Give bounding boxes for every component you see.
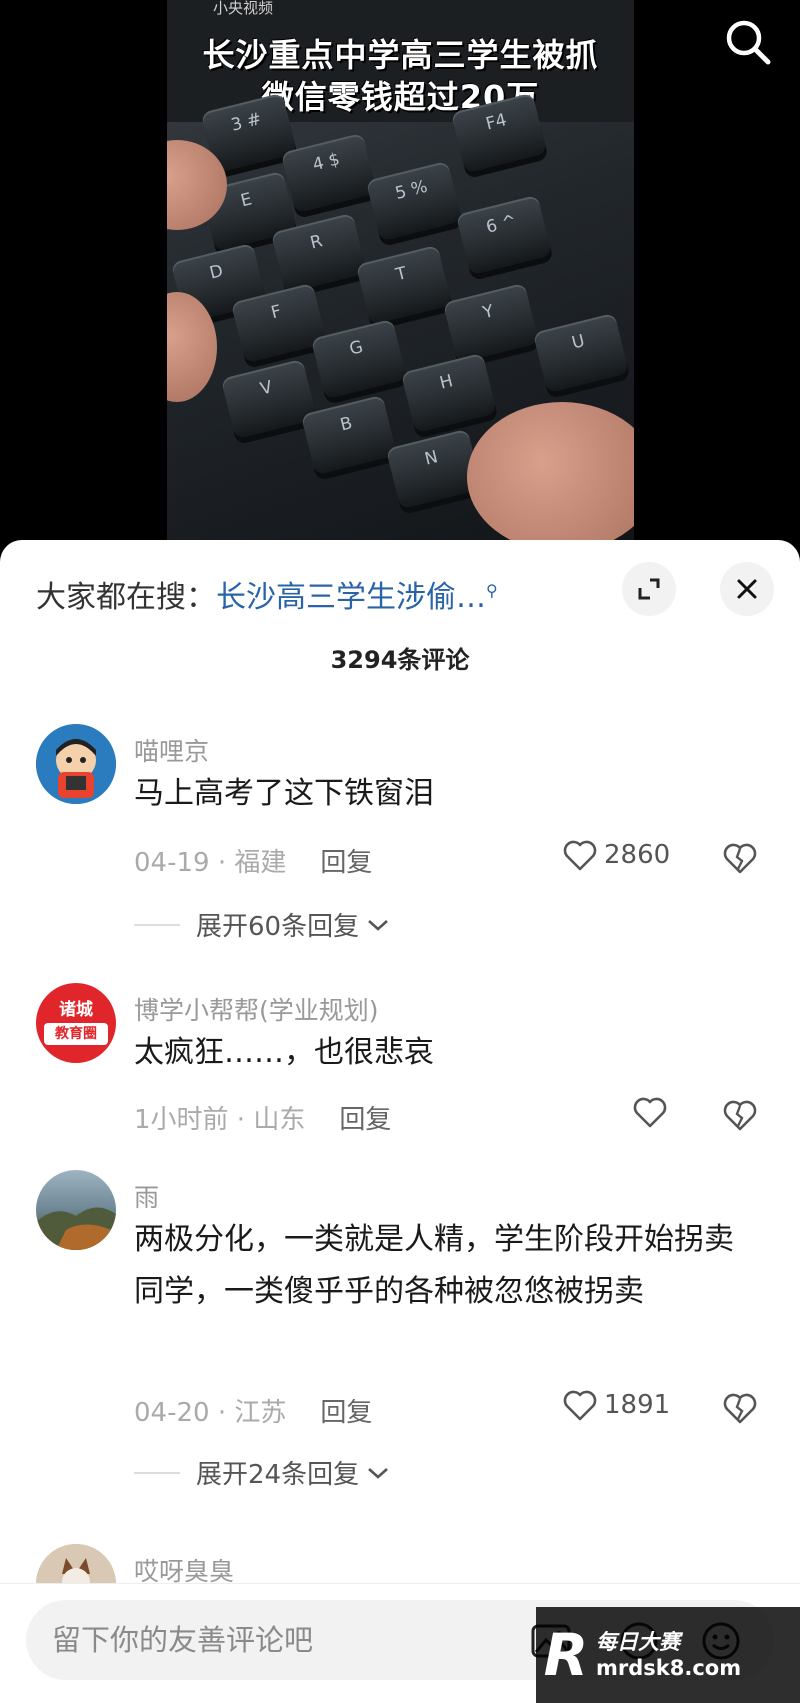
hot-search-prefix: 大家都在搜： (36, 580, 216, 615)
like-button[interactable]: 2860 (562, 838, 670, 872)
comments-sheet: 大家都在搜：长沙高三学生涉偷…⚲ 3294条评论 喵哩京 马上高考了这下铁窗泪 (0, 540, 800, 1703)
comment-meta: 1小时前 · 山东 回复 (134, 1099, 391, 1136)
brand-site: mrdsk8.com (596, 1656, 742, 1680)
video-player[interactable]: 小央视频 长沙重点中学高三学生被抓 微信零钱超过20万 3 # F4 4 $ 5… (0, 0, 800, 560)
like-count: 2860 (604, 840, 671, 870)
comment-date-location: 1小时前 · 山东 (134, 1105, 306, 1135)
divider (134, 923, 180, 926)
avatar-landscape-icon (36, 1207, 116, 1250)
heart-icon (563, 840, 597, 871)
key: B (300, 394, 398, 476)
reply-button[interactable]: 回复 (339, 1105, 391, 1135)
brand-text: 每日大赛 mrdsk8.com (596, 1629, 741, 1681)
key: U (532, 312, 630, 394)
comment-author[interactable]: 博学小帮帮(学业规划) (134, 991, 379, 1027)
comment-text: 马上高考了这下铁窗泪 (134, 776, 434, 811)
brand-logo: R (543, 1621, 589, 1689)
chevron-down-icon (368, 919, 388, 931)
like-button[interactable] (632, 1095, 668, 1129)
comment-date-location: 04-20 · 江苏 (134, 1398, 287, 1428)
divider (134, 1471, 180, 1474)
avatar[interactable] (36, 1170, 116, 1250)
avatar-text-top: 诸城 (59, 1000, 93, 1020)
comment-author[interactable]: 喵哩京 (134, 732, 209, 768)
heart-icon (563, 1390, 597, 1421)
video-title-line1: 长沙重点中学高三学生被抓 (202, 36, 599, 74)
search-icon[interactable] (722, 16, 774, 68)
expand-replies-label: 展开60条回复 (196, 912, 360, 942)
broken-heart-icon[interactable] (722, 1097, 758, 1133)
reply-button[interactable]: 回复 (320, 1398, 372, 1428)
video-frame[interactable]: 小央视频 长沙重点中学高三学生被抓 微信零钱超过20万 3 # F4 4 $ 5… (167, 0, 634, 560)
reply-button[interactable]: 回复 (320, 848, 372, 878)
key: H (400, 352, 498, 434)
broken-heart-icon[interactable] (722, 1390, 758, 1426)
key: Y (442, 282, 540, 364)
key: G (310, 318, 408, 400)
fullscreen-button[interactable] (622, 562, 676, 616)
avatar-cartoon-icon (36, 724, 116, 804)
comment-text: 两极分化，一类就是人精，学生阶段开始拐卖同学，一类傻乎乎的各种被忽悠被拐卖 (134, 1222, 734, 1309)
key: 6 ^ (455, 194, 553, 276)
heart-icon (633, 1097, 667, 1128)
expand-replies-button[interactable]: 展开24条回复 (134, 1454, 391, 1491)
hand (467, 402, 634, 552)
like-count: 1891 (604, 1390, 671, 1420)
video-watermark: 小央视频 (213, 0, 274, 17)
comment-input[interactable] (52, 1600, 532, 1680)
comment-author[interactable]: 雨 (134, 1178, 159, 1214)
comment-meta: 04-20 · 江苏 回复 (134, 1392, 372, 1429)
small-search-icon: ⚲ (486, 581, 498, 600)
hot-search-bar[interactable]: 大家都在搜：长沙高三学生涉偷…⚲ (36, 572, 498, 616)
expand-replies-button[interactable]: 展开60条回复 (134, 906, 391, 943)
key: 5 % (365, 160, 463, 242)
comment-text: 太疯狂……，也很悲哀 (134, 1035, 434, 1070)
expand-replies-label: 展开24条回复 (196, 1460, 360, 1490)
hot-search-link[interactable]: 长沙高三学生涉偷… (216, 580, 486, 615)
avatar-text-bottom: 教育圈 (44, 1023, 108, 1045)
chevron-down-icon (368, 1467, 388, 1479)
brand-watermark: R 每日大赛 mrdsk8.com (536, 1607, 800, 1703)
brand-name: 每日大赛 (596, 1630, 680, 1654)
close-icon (737, 579, 757, 599)
comment-count-title: 3294条评论 (330, 646, 470, 674)
avatar[interactable] (36, 724, 116, 804)
fullscreen-icon (638, 578, 660, 600)
keyboard-footage: 3 # F4 4 $ 5 % 6 ^ E R T D F G Y U H V B… (167, 92, 634, 560)
comment-date-location: 04-19 · 福建 (134, 848, 287, 878)
like-button[interactable]: 1891 (562, 1388, 670, 1422)
key: T (355, 244, 453, 326)
comment-meta: 04-19 · 福建 回复 (134, 842, 372, 879)
close-button[interactable] (720, 562, 774, 616)
broken-heart-icon[interactable] (722, 840, 758, 876)
avatar[interactable]: 诸城 教育圈 (36, 983, 116, 1063)
